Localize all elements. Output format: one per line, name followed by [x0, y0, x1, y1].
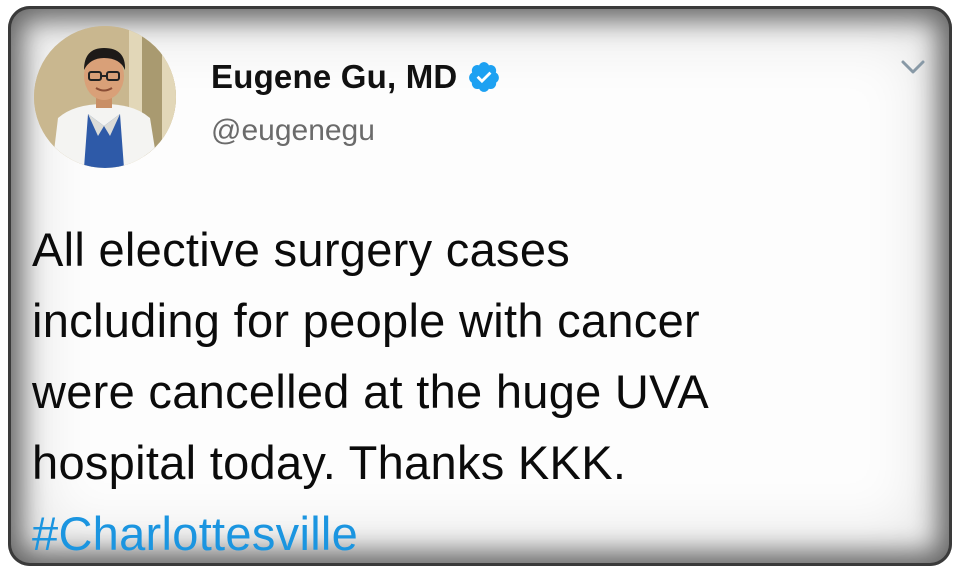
author-avatar[interactable]	[34, 26, 176, 168]
chevron-down-icon[interactable]	[896, 50, 930, 84]
tweet-text-line: were cancelled at the huge UVA	[32, 365, 709, 418]
tweet-text-line: hospital today. Thanks KKK.	[32, 436, 627, 489]
tweet-text-line: All elective surgery cases	[32, 223, 571, 276]
verified-badge-icon	[469, 62, 500, 92]
tweet-text-line: including for people with cancer	[32, 294, 700, 347]
author-name-row[interactable]: Eugene Gu, MD	[211, 58, 501, 96]
tweet-body: All elective surgery cases including for…	[32, 214, 912, 566]
hashtag-link[interactable]: #Charlottesville	[32, 498, 912, 566]
author-name[interactable]: Eugene Gu, MD	[211, 58, 457, 96]
avatar-photo	[34, 26, 176, 168]
screenshot-frame: Eugene Gu, MD @eugenegu All elective sur…	[0, 0, 960, 574]
author-handle[interactable]: @eugenegu	[211, 114, 375, 148]
tweet-card: Eugene Gu, MD @eugenegu All elective sur…	[8, 6, 952, 566]
